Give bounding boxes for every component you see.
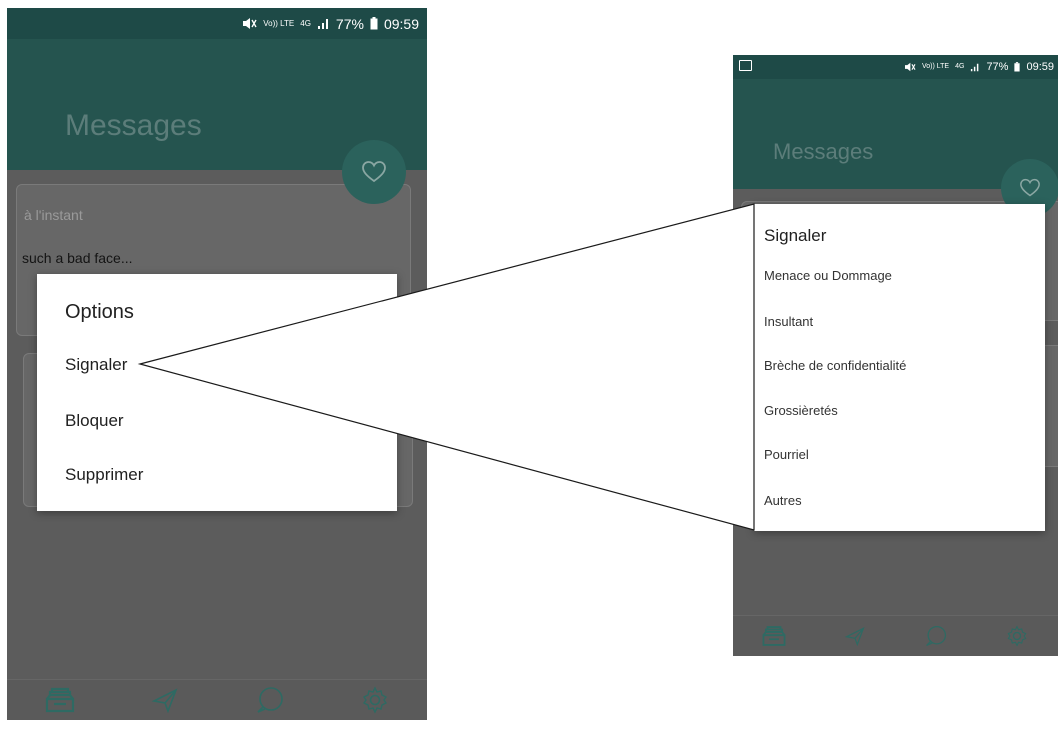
send-icon [150, 688, 177, 713]
inbox-icon [45, 687, 74, 713]
report-reason-insulting[interactable]: Insultant [764, 314, 813, 329]
battery-percent: 77% [335, 15, 364, 32]
page-title: Messages [65, 109, 202, 142]
report-reason-threat[interactable]: Menace ou Dommage [764, 268, 892, 283]
phone-screen-options: Vo)) LTE 4G 77% 09:59 Messages à l'insta… [7, 8, 427, 720]
heart-icon [1020, 178, 1040, 197]
settings-gear-icon [362, 686, 387, 714]
message-text: such a bad face... [22, 250, 133, 266]
volte-indicator: Vo)) LTE [921, 63, 950, 70]
dialog-title: Signaler [764, 226, 827, 245]
battery-icon [370, 17, 378, 30]
mute-icon [242, 17, 257, 30]
network-type: 4G [955, 63, 965, 70]
report-reason-spam[interactable]: Pourriel [764, 447, 809, 462]
nav-send[interactable] [145, 685, 185, 715]
nav-settings[interactable] [355, 685, 395, 715]
phone-screen-report: Vo)) LTE 4G 77% 09:59 Messages Signaler … [733, 55, 1058, 656]
heart-icon [362, 161, 386, 183]
send-icon [844, 627, 865, 646]
signal-icon [317, 18, 330, 30]
page-title: Messages [773, 139, 874, 164]
options-dialog: Options Signaler Bloquer Supprimer [37, 274, 397, 511]
nav-inbox[interactable] [40, 685, 80, 715]
network-type: 4G [300, 18, 311, 28]
chat-bubble-icon [256, 687, 283, 713]
option-signaler[interactable]: Signaler [65, 355, 127, 375]
mute-icon [904, 62, 916, 72]
clock: 09:59 [1026, 61, 1054, 73]
nav-send[interactable] [835, 621, 875, 651]
option-bloquer[interactable]: Bloquer [65, 411, 124, 431]
image-notification-icon [739, 60, 752, 71]
clock: 09:59 [383, 15, 419, 32]
dialog-title: Options [65, 301, 134, 323]
signal-icon [970, 63, 980, 72]
inbox-icon [762, 626, 786, 646]
nav-inbox[interactable] [754, 621, 794, 651]
option-supprimer[interactable]: Supprimer [65, 465, 143, 485]
nav-settings[interactable] [997, 621, 1037, 651]
report-reason-other[interactable]: Autres [764, 493, 802, 508]
bottom-navigation [7, 679, 427, 720]
settings-gear-icon [1007, 625, 1027, 647]
status-bar: Vo)) LTE 4G 77% 09:59 [733, 55, 1058, 79]
message-time: à l'instant [24, 207, 83, 223]
report-dialog: Signaler Menace ou Dommage Insultant Brè… [754, 204, 1045, 531]
nav-chat[interactable] [916, 621, 956, 651]
favorite-button[interactable] [342, 140, 406, 204]
chat-bubble-icon [926, 625, 947, 647]
battery-percent: 77% [986, 61, 1009, 73]
battery-icon [1014, 62, 1021, 72]
bottom-navigation [733, 615, 1058, 656]
report-reason-profanity[interactable]: Grossièretés [764, 403, 838, 418]
status-bar: Vo)) LTE 4G 77% 09:59 [7, 8, 427, 39]
volte-indicator: Vo)) LTE [263, 18, 295, 28]
report-reason-privacy[interactable]: Brèche de confidentialité [764, 358, 906, 373]
nav-chat[interactable] [250, 685, 290, 715]
